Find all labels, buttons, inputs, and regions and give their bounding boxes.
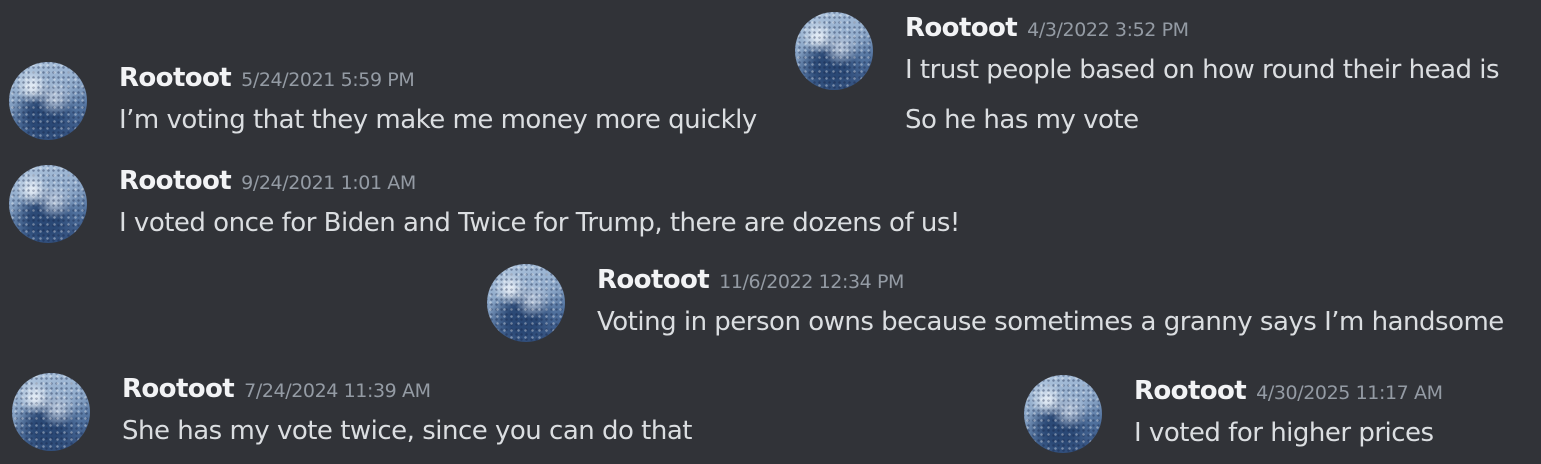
avatar[interactable] bbox=[9, 62, 87, 140]
message-content: Rootoot 4/3/2022 3:52 PM I trust people b… bbox=[905, 12, 1500, 136]
avatar[interactable] bbox=[795, 12, 873, 90]
message-content: Rootoot 4/30/2025 11:17 AM I voted for hi… bbox=[1134, 375, 1443, 449]
message-text: I’m voting that they make me money more … bbox=[119, 105, 757, 135]
avatar[interactable] bbox=[1024, 375, 1102, 453]
message-content: Rootoot 7/24/2024 11:39 AM She has my vot… bbox=[122, 373, 692, 447]
avatar[interactable] bbox=[487, 264, 565, 342]
username[interactable]: Rootoot bbox=[122, 374, 235, 404]
message-content: Rootoot 9/24/2021 1:01 AM I voted once fo… bbox=[119, 165, 960, 239]
username[interactable]: Rootoot bbox=[1134, 376, 1247, 406]
username[interactable]: Rootoot bbox=[597, 265, 710, 295]
message-text: I voted once for Biden and Twice for Tru… bbox=[119, 208, 960, 238]
timestamp: 9/24/2021 1:01 AM bbox=[241, 172, 416, 194]
timestamp: 4/30/2025 11:17 AM bbox=[1256, 382, 1443, 404]
username[interactable]: Rootoot bbox=[119, 166, 232, 196]
message-content: Rootoot 11/6/2022 12:34 PM Voting in pers… bbox=[597, 264, 1504, 338]
message-text: I voted for higher prices bbox=[1134, 418, 1434, 448]
username[interactable]: Rootoot bbox=[905, 13, 1018, 43]
timestamp: 7/24/2024 11:39 AM bbox=[244, 380, 431, 402]
timestamp: 5/24/2021 5:59 PM bbox=[241, 69, 415, 91]
message-text: I trust people based on how round their … bbox=[905, 55, 1500, 85]
timestamp: 4/3/2022 3:52 PM bbox=[1027, 19, 1189, 41]
username[interactable]: Rootoot bbox=[119, 63, 232, 93]
message-header: Rootoot 9/24/2021 1:01 AM bbox=[119, 165, 960, 197]
avatar[interactable] bbox=[12, 373, 90, 451]
avatar[interactable] bbox=[9, 165, 87, 243]
message-header: Rootoot 11/6/2022 12:34 PM bbox=[597, 264, 1504, 296]
timestamp: 11/6/2022 12:34 PM bbox=[719, 271, 905, 293]
message-header: Rootoot 7/24/2024 11:39 AM bbox=[122, 373, 692, 405]
message-header: Rootoot 5/24/2021 5:59 PM bbox=[119, 62, 757, 94]
message-content: Rootoot 5/24/2021 5:59 PM I’m voting that… bbox=[119, 62, 757, 136]
message-header: Rootoot 4/30/2025 11:17 AM bbox=[1134, 375, 1443, 407]
message-text: She has my vote twice, since you can do … bbox=[122, 416, 692, 446]
message-text: So he has my vote bbox=[905, 105, 1139, 135]
message-header: Rootoot 4/3/2022 3:52 PM bbox=[905, 12, 1499, 44]
message-text: Voting in person owns because sometimes … bbox=[597, 307, 1504, 337]
